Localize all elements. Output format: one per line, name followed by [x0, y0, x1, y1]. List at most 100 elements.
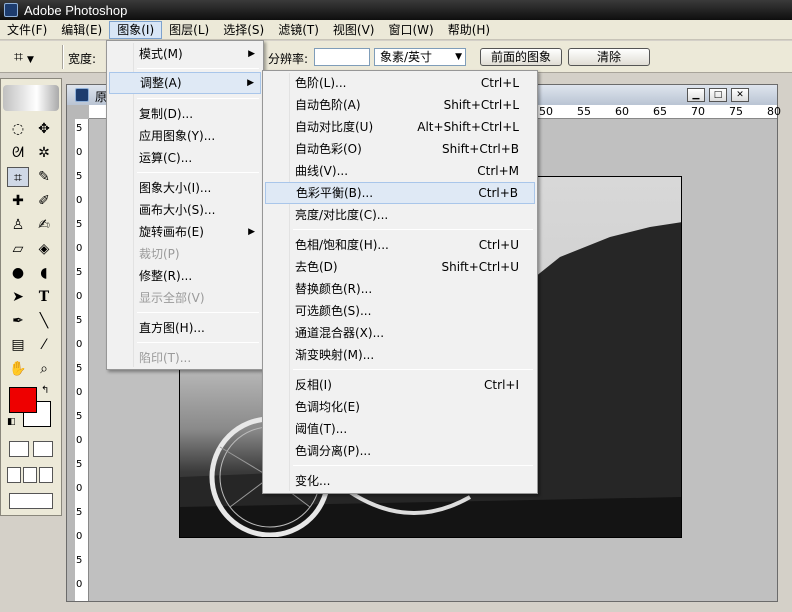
ruler-tick: 0	[76, 483, 83, 494]
crop-tool-icon[interactable]: ⌗	[7, 167, 29, 187]
menu-item-reveal-all[interactable]: 显示全部(V)	[109, 287, 261, 309]
standard-mode-icon[interactable]	[9, 441, 29, 457]
menu-file[interactable]: 文件(F)	[0, 21, 54, 39]
clone-stamp-tool-icon[interactable]: ♙	[7, 215, 29, 235]
ruler-tick: 0	[76, 435, 83, 446]
eraser-tool-icon[interactable]: ▱	[7, 239, 29, 259]
menu-item-image-size[interactable]: 图象大小(I)...	[109, 177, 261, 199]
foreground-color-swatch[interactable]	[9, 387, 37, 413]
menu-layer[interactable]: 图层(L)	[162, 21, 216, 39]
pen-tool-icon[interactable]: ✒	[7, 311, 29, 331]
minimize-icon[interactable]: ▁	[687, 88, 705, 102]
menu-item-auto-levels[interactable]: 自动色阶(A) Shift+Ctrl+L	[265, 94, 535, 116]
menu-item-label: 色相/饱和度(H)...	[295, 238, 389, 252]
menu-item-auto-color[interactable]: 自动色彩(O) Shift+Ctrl+B	[265, 138, 535, 160]
menu-item-canvas-size[interactable]: 画布大小(S)...	[109, 199, 261, 221]
marquee-tool-icon[interactable]: ◌	[7, 119, 29, 139]
screen-mode-standard-icon[interactable]	[7, 467, 21, 483]
options-divider	[62, 45, 64, 69]
menu-item-auto-contrast[interactable]: 自动对比度(U) Alt+Shift+Ctrl+L	[265, 116, 535, 138]
menu-item-label: 色调均化(E)	[295, 400, 360, 414]
menu-item-label: 自动色阶(A)	[295, 98, 361, 112]
menu-item-duplicate[interactable]: 复制(D)...	[109, 103, 261, 125]
document-icon	[75, 88, 89, 102]
slice-tool-icon[interactable]: ✎	[33, 167, 55, 187]
menu-item-levels[interactable]: 色阶(L)... Ctrl+L	[265, 72, 535, 94]
menu-item-crop[interactable]: 裁切(P)	[109, 243, 261, 265]
resolution-unit-select[interactable]: 象素/英寸 ▼	[374, 48, 466, 66]
clear-button[interactable]: 清除	[568, 48, 650, 66]
menu-item-apply-image[interactable]: 应用图象(Y)...	[109, 125, 261, 147]
vertical-ruler: 5 0 5 0 5 0 5 0 5 0 5 0 5 0 5 0 5 0 5 0	[75, 119, 89, 601]
menu-item-mode[interactable]: 模式(M) ▶	[109, 43, 261, 65]
screen-mode-full-icon[interactable]	[39, 467, 53, 483]
paint-bucket-tool-icon[interactable]: ◈	[33, 239, 55, 259]
magic-wand-tool-icon[interactable]: ✲	[33, 143, 55, 163]
ruler-tick: 5	[76, 267, 83, 278]
menu-item-label: 裁切(P)	[139, 247, 180, 261]
menu-select[interactable]: 选择(S)	[216, 21, 271, 39]
menu-edit[interactable]: 编辑(E)	[54, 21, 109, 39]
menu-item-gradient-map[interactable]: 渐变映射(M)...	[265, 344, 535, 366]
menu-item-desaturate[interactable]: 去色(D) Shift+Ctrl+U	[265, 256, 535, 278]
menu-item-equalize[interactable]: 色调均化(E)	[265, 396, 535, 418]
menu-item-shortcut: Ctrl+L	[480, 76, 519, 90]
menu-item-rotate-canvas[interactable]: 旋转画布(E) ▶	[109, 221, 261, 243]
menu-help[interactable]: 帮助(H)	[441, 21, 497, 39]
line-tool-icon[interactable]: ╲	[33, 311, 55, 331]
menu-item-curves[interactable]: 曲线(V)... Ctrl+M	[265, 160, 535, 182]
menu-item-selective-color[interactable]: 可选颜色(S)...	[265, 300, 535, 322]
menu-item-color-balance[interactable]: 色彩平衡(B)... Ctrl+B	[265, 182, 535, 204]
menu-item-shortcut: Shift+Ctrl+U	[441, 260, 519, 274]
menu-item-calculations[interactable]: 运算(C)...	[109, 147, 261, 169]
screen-mode-full-menu-icon[interactable]	[23, 467, 37, 483]
dodge-tool-icon[interactable]: ◖	[33, 263, 55, 283]
menu-item-adjust[interactable]: 调整(A) ▶	[109, 72, 261, 94]
menu-item-variations[interactable]: 变化...	[265, 470, 535, 492]
jump-to-imageready-icon[interactable]	[9, 493, 53, 509]
zoom-tool-icon[interactable]: ⌕	[33, 359, 55, 379]
resolution-input[interactable]	[314, 48, 370, 66]
ruler-tick: 5	[76, 219, 83, 230]
menu-item-hue-saturation[interactable]: 色相/饱和度(H)... Ctrl+U	[265, 234, 535, 256]
crop-tool-preset-picker[interactable]: ⌗ ▼	[14, 47, 54, 69]
menu-item-label: 替换颜色(R)...	[295, 282, 373, 296]
quick-mask-mode-icon[interactable]	[33, 441, 53, 457]
brush-tool-icon[interactable]: ✐	[33, 191, 55, 211]
menu-item-label: 曲线(V)...	[295, 164, 349, 178]
toolbox-header-logo[interactable]	[3, 85, 59, 111]
lasso-tool-icon[interactable]: ᘛ	[7, 143, 29, 163]
swap-colors-icon[interactable]: ↰	[41, 385, 49, 396]
menu-item-histogram[interactable]: 直方图(H)...	[109, 317, 261, 339]
menu-item-channel-mixer[interactable]: 通道混合器(X)...	[265, 322, 535, 344]
blur-tool-icon[interactable]: ●	[7, 263, 29, 283]
menu-item-invert[interactable]: 反相(I) Ctrl+I	[265, 374, 535, 396]
ruler-tick: 5	[76, 555, 83, 566]
menu-image[interactable]: 图象(I)	[109, 20, 163, 39]
history-brush-tool-icon[interactable]: ✍	[33, 215, 55, 235]
resolution-label: 分辨率:	[268, 52, 309, 66]
menu-window[interactable]: 窗口(W)	[381, 21, 440, 39]
move-tool-icon[interactable]: ✥	[33, 119, 55, 139]
notes-tool-icon[interactable]: ▤	[7, 335, 29, 355]
menu-view[interactable]: 视图(V)	[326, 21, 382, 39]
type-tool-icon[interactable]: T	[33, 287, 55, 307]
healing-brush-tool-icon[interactable]: ✚	[7, 191, 29, 211]
menu-item-replace-color[interactable]: 替换颜色(R)...	[265, 278, 535, 300]
hand-tool-icon[interactable]: ✋	[7, 359, 29, 379]
menu-item-threshold[interactable]: 阈值(T)...	[265, 418, 535, 440]
menu-item-brightness-contrast[interactable]: 亮度/对比度(C)...	[265, 204, 535, 226]
menu-item-posterize[interactable]: 色调分离(P)...	[265, 440, 535, 462]
front-image-button[interactable]: 前面的图象	[480, 48, 562, 66]
app-title: Adobe Photoshop	[24, 2, 128, 18]
default-colors-icon[interactable]: ◧	[7, 417, 16, 427]
close-icon[interactable]: ✕	[731, 88, 749, 102]
menu-item-trap[interactable]: 陷印(T)...	[109, 347, 261, 369]
maximize-icon[interactable]: □	[709, 88, 727, 102]
path-selection-tool-icon[interactable]: ➤	[7, 287, 29, 307]
resolution-unit-value: 象素/英寸	[380, 50, 433, 64]
eyedropper-tool-icon[interactable]: ⁄	[33, 335, 55, 355]
menu-item-label: 模式(M)	[139, 47, 183, 61]
menu-item-trim[interactable]: 修整(R)...	[109, 265, 261, 287]
menu-filter[interactable]: 滤镜(T)	[271, 21, 326, 39]
